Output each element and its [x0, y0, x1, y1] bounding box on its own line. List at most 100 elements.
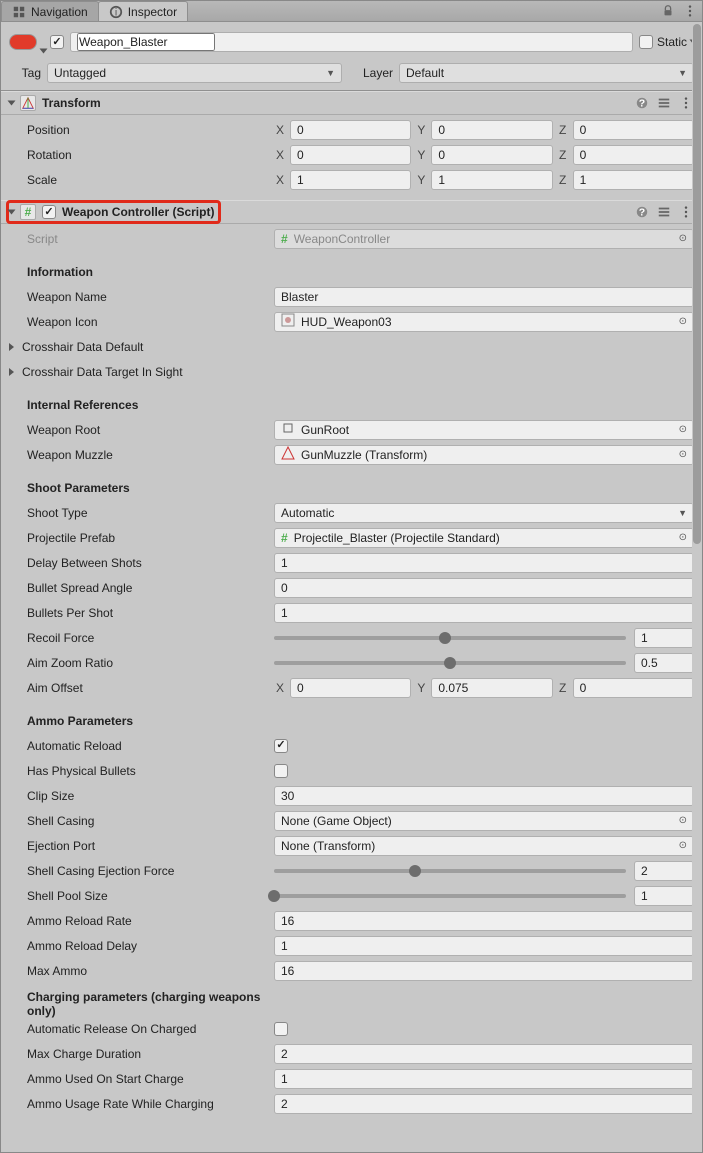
ammo-usage-rate-input[interactable]: [274, 1094, 694, 1114]
foldout-toggle-icon[interactable]: [8, 101, 16, 106]
tab-menu-icon[interactable]: [682, 3, 698, 19]
tag-dropdown[interactable]: Untagged▼: [47, 63, 342, 83]
automatic-reload-checkbox[interactable]: [274, 739, 288, 753]
aim-zoom-ratio-slider[interactable]: [274, 653, 694, 673]
layer-dropdown[interactable]: Default▼: [399, 63, 694, 83]
weapon-muzzle-object-field[interactable]: GunMuzzle (Transform) ⊙: [274, 445, 694, 465]
gameobject-icon[interactable]: [9, 34, 37, 50]
preset-icon[interactable]: [656, 204, 672, 220]
scale-vector3: X Y Z: [274, 170, 694, 190]
bullets-per-shot-input[interactable]: [274, 603, 694, 623]
object-picker-icon[interactable]: ⊙: [679, 449, 687, 460]
object-picker-icon[interactable]: ⊙: [679, 316, 687, 327]
rotation-x-input[interactable]: [290, 145, 411, 165]
weapon-muzzle-label: Weapon Muzzle: [9, 448, 274, 462]
transform-component-header[interactable]: Transform ?: [1, 91, 702, 115]
weapon-name-input[interactable]: [274, 287, 694, 307]
scale-y-input[interactable]: [431, 170, 552, 190]
help-icon[interactable]: ?: [634, 95, 650, 111]
ammo-parameters-header: Ammo Parameters: [9, 714, 274, 728]
shoot-type-dropdown[interactable]: Automatic▼: [274, 503, 694, 523]
inspector-scrollbar[interactable]: [692, 22, 702, 1152]
transform-title: Transform: [42, 96, 101, 110]
position-z-input[interactable]: [573, 120, 694, 140]
object-picker-icon[interactable]: ⊙: [679, 424, 687, 435]
has-physical-bullets-checkbox[interactable]: [274, 764, 288, 778]
position-x-input[interactable]: [290, 120, 411, 140]
object-picker-icon[interactable]: ⊙: [679, 840, 687, 851]
shell-casing-object-field[interactable]: None (Game Object) ⊙: [274, 811, 694, 831]
shell-pool-size-input[interactable]: [634, 886, 694, 906]
ejection-port-object-field[interactable]: None (Transform) ⊙: [274, 836, 694, 856]
chevron-down-icon[interactable]: [40, 49, 48, 54]
transform-mini-icon: [281, 446, 295, 463]
rotation-z-input[interactable]: [573, 145, 694, 165]
transform-icon: [20, 95, 36, 111]
chevron-right-icon: [9, 368, 14, 376]
weapon-root-label: Weapon Root: [9, 423, 274, 437]
auto-release-checkbox[interactable]: [274, 1022, 288, 1036]
shell-ejection-force-slider[interactable]: [274, 861, 694, 881]
foldout-toggle-icon[interactable]: [8, 210, 16, 215]
help-icon[interactable]: ?: [634, 204, 650, 220]
chevron-down-icon: ▼: [678, 508, 687, 518]
weapon-icon-object-field[interactable]: HUD_Weapon03 ⊙: [274, 312, 694, 332]
automatic-reload-label: Automatic Reload: [9, 739, 274, 753]
recoil-force-input[interactable]: [634, 628, 694, 648]
recoil-force-slider[interactable]: [274, 628, 694, 648]
weaponcontroller-component-header[interactable]: # Weapon Controller (Script) ?: [1, 200, 702, 224]
chevron-right-icon: [9, 343, 14, 351]
shell-pool-size-slider[interactable]: [274, 886, 694, 906]
ammo-used-on-start-charge-input[interactable]: [274, 1069, 694, 1089]
shell-ejection-force-label: Shell Casing Ejection Force: [9, 864, 274, 878]
highlight-box: # Weapon Controller (Script): [6, 200, 221, 224]
weapon-name-label: Weapon Name: [9, 290, 274, 304]
gameobject-name-input[interactable]: [70, 32, 633, 52]
ejection-port-label: Ejection Port: [9, 839, 274, 853]
projectile-prefab-label: Projectile Prefab: [9, 531, 274, 545]
aim-offset-x-input[interactable]: [290, 678, 411, 698]
position-y-input[interactable]: [431, 120, 552, 140]
scale-label: Scale: [9, 173, 274, 187]
script-mini-icon: #: [281, 531, 288, 545]
script-object-field: #WeaponController ⊙: [274, 229, 694, 249]
aim-offset-y-input[interactable]: [431, 678, 552, 698]
scale-z-input[interactable]: [573, 170, 694, 190]
weapon-root-object-field[interactable]: GunRoot ⊙: [274, 420, 694, 440]
crosshair-target-foldout[interactable]: Crosshair Data Target In Sight: [9, 365, 274, 379]
tab-navigation[interactable]: Navigation: [1, 1, 99, 21]
object-picker-icon[interactable]: ⊙: [679, 233, 687, 244]
crosshair-default-foldout[interactable]: Crosshair Data Default: [9, 340, 274, 354]
ammo-reload-delay-input[interactable]: [274, 936, 694, 956]
ammo-reload-rate-label: Ammo Reload Rate: [9, 914, 274, 928]
chevron-down-icon: ▼: [678, 68, 687, 78]
aim-offset-z-input[interactable]: [573, 678, 694, 698]
shell-ejection-force-input[interactable]: [634, 861, 694, 881]
delay-between-shots-input[interactable]: [274, 553, 694, 573]
max-charge-duration-input[interactable]: [274, 1044, 694, 1064]
component-enabled-checkbox[interactable]: [42, 205, 56, 219]
bullet-spread-input[interactable]: [274, 578, 694, 598]
rotation-y-input[interactable]: [431, 145, 552, 165]
static-checkbox[interactable]: [639, 35, 653, 49]
transform-body: Position X Y Z Rotation X Y Z Scale X Y …: [1, 115, 702, 200]
aim-offset-vector3: X Y Z: [274, 678, 694, 698]
rotation-vector3: X Y Z: [274, 145, 694, 165]
tab-inspector[interactable]: i Inspector: [98, 1, 188, 21]
scale-x-input[interactable]: [290, 170, 411, 190]
gameobject-active-checkbox[interactable]: [50, 35, 64, 49]
object-picker-icon[interactable]: ⊙: [679, 532, 687, 543]
svg-text:?: ?: [639, 207, 645, 219]
lock-icon[interactable]: [660, 3, 676, 19]
charging-parameters-header: Charging parameters (charging weapons on…: [9, 990, 274, 1018]
object-picker-icon[interactable]: ⊙: [679, 815, 687, 826]
ammo-reload-rate-input[interactable]: [274, 911, 694, 931]
projectile-prefab-object-field[interactable]: #Projectile_Blaster (Projectile Standard…: [274, 528, 694, 548]
tab-inspector-label: Inspector: [128, 5, 177, 19]
shoot-type-label: Shoot Type: [9, 506, 274, 520]
clip-size-input[interactable]: [274, 786, 694, 806]
preset-icon[interactable]: [656, 95, 672, 111]
max-ammo-input[interactable]: [274, 961, 694, 981]
aim-zoom-ratio-input[interactable]: [634, 653, 694, 673]
weaponcontroller-title: Weapon Controller (Script): [62, 205, 214, 219]
